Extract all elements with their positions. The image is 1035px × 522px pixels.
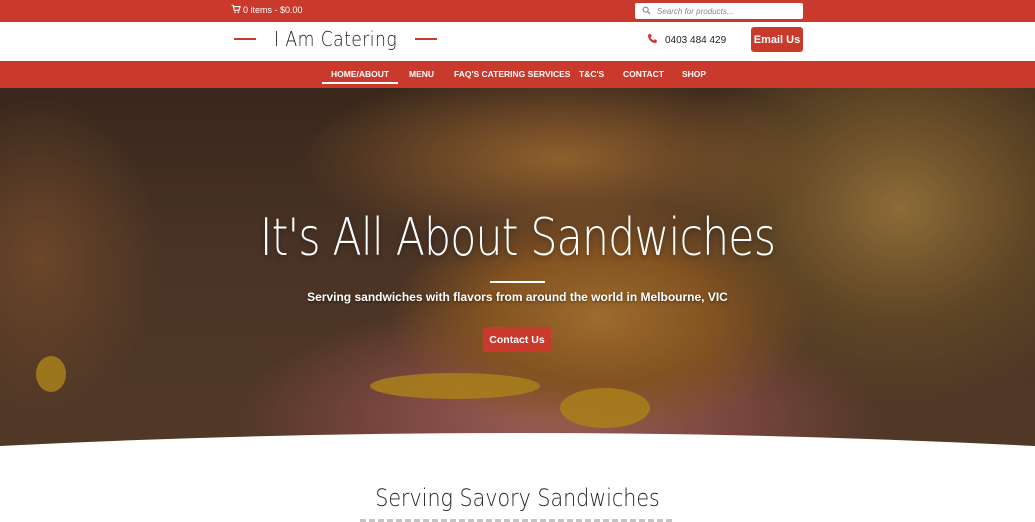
hero-subtitle: Serving sandwiches with flavors from aro…: [307, 290, 728, 304]
top-bar: 0 items - $0.00: [0, 0, 1035, 22]
nav-contact[interactable]: CONTACT: [623, 69, 664, 79]
phone-icon: [647, 33, 658, 47]
main-nav: HOME/ABOUT MENU FAQ'S CATERING SERVICES …: [0, 61, 1035, 88]
search-icon: [642, 2, 651, 20]
phone-contact[interactable]: 0403 484 429: [647, 33, 726, 47]
hero-bottom-curve: [0, 433, 1035, 454]
logo-dash-left: [234, 38, 256, 40]
site-logo[interactable]: I Am Catering: [234, 27, 438, 51]
logo-text: I Am Catering: [274, 27, 398, 51]
hero-divider: [490, 281, 545, 283]
nav-home-about[interactable]: HOME/ABOUT: [321, 69, 399, 84]
nav-shop[interactable]: SHOP: [682, 69, 706, 79]
cart-icon: [231, 4, 241, 16]
cart-link[interactable]: 0 items - $0.00: [231, 4, 303, 16]
hero-contact-button[interactable]: Contact Us: [483, 327, 551, 352]
nav-faq-catering[interactable]: FAQ'S CATERING SERVICES: [454, 69, 570, 79]
hero-banner: It's All About Sandwiches Serving sandwi…: [0, 88, 1035, 454]
section-title: Serving Savory Sandwiches: [375, 484, 660, 512]
nav-terms[interactable]: T&C'S: [579, 69, 604, 79]
email-us-button[interactable]: Email Us: [751, 27, 803, 52]
hero-overlay: [0, 88, 1035, 454]
hero-title: It's All About Sandwiches: [259, 208, 776, 268]
phone-number: 0403 484 429: [665, 34, 727, 46]
cart-summary: 0 items - $0.00: [243, 5, 303, 15]
logo-dash-right: [415, 38, 438, 40]
search-input[interactable]: [657, 6, 797, 16]
search-box: [635, 3, 803, 19]
site-header: I Am Catering 0403 484 429 Email Us: [0, 22, 1035, 61]
nav-menu[interactable]: MENU: [409, 69, 434, 79]
